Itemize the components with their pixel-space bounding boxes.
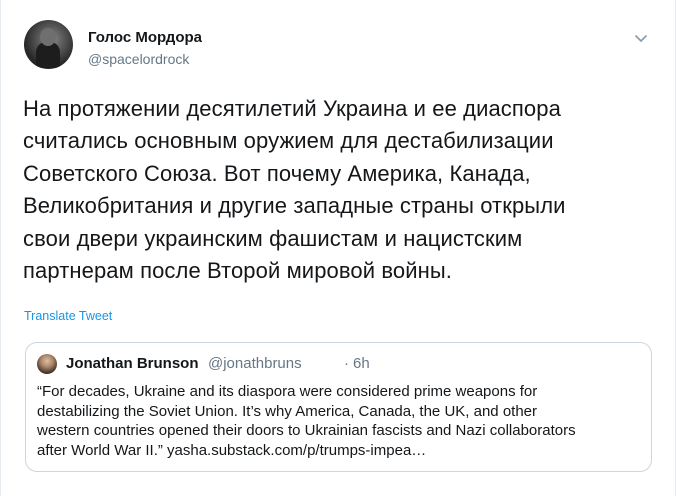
quote-author-name: Jonathan Brunson [66,355,199,372]
quoted-tweet[interactable]: Jonathan Brunson @jonathbruns · 6h “For … [25,342,652,472]
tweet-text-line: Великобритания и другие западные страны … [23,193,566,219]
quote-text: “For decades, Ukraine and its diaspora w… [37,382,642,460]
quote-text-line: “For decades, Ukraine and its diaspora w… [37,383,538,400]
quote-text-line: after World War II.” yasha.substack.com/… [37,441,427,459]
quote-timestamp: 6h [353,355,370,372]
author-name[interactable]: Голос Мордора [88,29,202,46]
tweet-text-line: свои двери украинским фашистам и нацистс… [23,225,523,251]
tweet-text-line: партнерам после Второй мировой войны. [23,258,452,284]
quote-author-avatar [37,354,57,374]
tweet-text: На протяжении десятилетий Украина и ее д… [23,93,658,287]
translate-tweet-link[interactable]: Translate Tweet [24,309,112,323]
quote-text-line: destabilizing the Soviet Union. It’s why… [37,402,538,420]
quote-separator: · [344,355,349,372]
tweet-text-line: Советского Союза. Вот почему Америка, Ка… [23,160,531,186]
quote-author-handle: @jonathbruns [208,355,302,372]
author-avatar[interactable] [24,20,73,69]
quote-text-line: western countries opened their doors to … [37,422,576,440]
tweet-card: Голос Мордора @spacelordrock На протяжен… [0,0,676,496]
tweet-text-line: считались основным оружием для дестабили… [23,128,554,154]
chevron-down-icon[interactable] [633,30,649,46]
author-handle[interactable]: @spacelordrock [88,51,189,67]
tweet-text-line: На протяжении десятилетий Украина и ее д… [23,96,561,121]
